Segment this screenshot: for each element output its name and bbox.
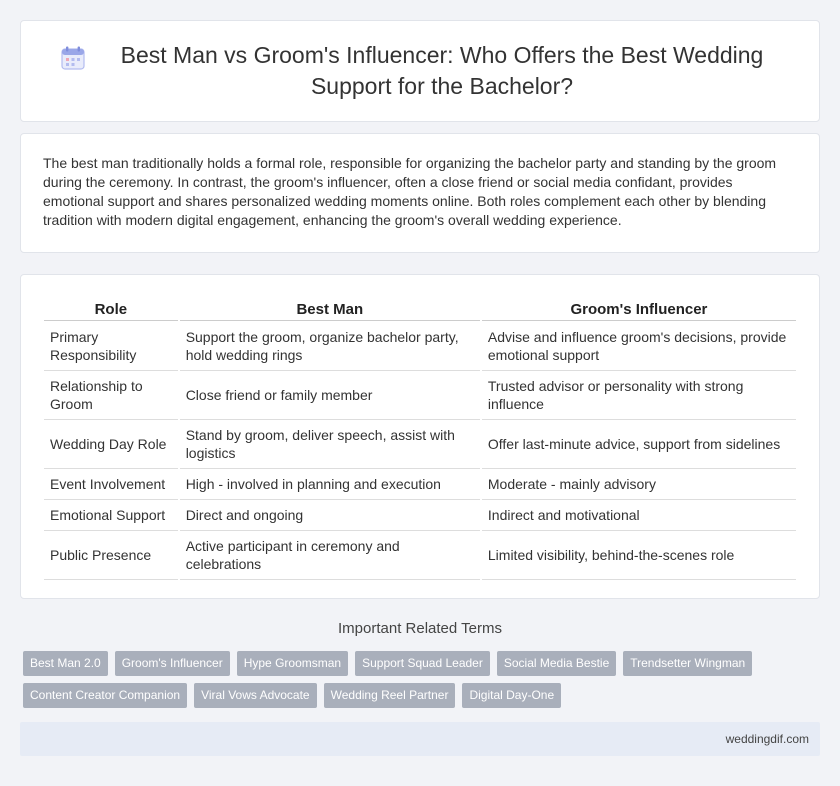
- header-best-man: Best Man: [179, 295, 480, 321]
- best-man-cell: Active participant in ceremony and celeb…: [179, 531, 480, 580]
- related-term-tag[interactable]: Trendsetter Wingman: [623, 651, 753, 676]
- calendar-icon: [61, 46, 85, 70]
- influencer-cell: Advise and influence groom's decisions, …: [481, 321, 796, 371]
- influencer-cell: Trusted advisor or personality with stro…: [481, 371, 796, 420]
- table-row: Public Presence Active participant in ce…: [44, 531, 796, 580]
- role-cell: Emotional Support: [44, 500, 178, 531]
- table-row: Primary Responsibility Support the groom…: [44, 321, 796, 371]
- title-card: Best Man vs Groom's Influencer: Who Offe…: [20, 20, 820, 122]
- related-term-tag[interactable]: Groom's Influencer: [114, 651, 230, 676]
- related-term-tag[interactable]: Support Squad Leader: [355, 651, 490, 676]
- table-row: Event Involvement High - involved in pla…: [44, 469, 796, 500]
- related-terms-list: Best Man 2.0 Groom's Influencer Hype Gro…: [23, 651, 813, 715]
- footer-site-link[interactable]: weddingdif.com: [726, 732, 809, 746]
- comparison-card: Role Best Man Groom's Influencer Primary…: [20, 274, 820, 599]
- intro-paragraph: The best man traditionally holds a forma…: [43, 155, 777, 228]
- best-man-cell: Direct and ongoing: [179, 500, 480, 531]
- role-cell: Wedding Day Role: [44, 420, 178, 469]
- table-row: Emotional Support Direct and ongoing Ind…: [44, 500, 796, 531]
- role-cell: Public Presence: [44, 531, 178, 580]
- best-man-cell: Stand by groom, deliver speech, assist w…: [179, 420, 480, 469]
- best-man-cell: High - involved in planning and executio…: [179, 469, 480, 500]
- influencer-cell: Moderate - mainly advisory: [481, 469, 796, 500]
- intro-card: The best man traditionally holds a forma…: [20, 133, 820, 253]
- influencer-cell: Limited visibility, behind-the-scenes ro…: [481, 531, 796, 580]
- role-cell: Relationship to Groom: [44, 371, 178, 420]
- influencer-cell: Indirect and motivational: [481, 500, 796, 531]
- table-header-row: Role Best Man Groom's Influencer: [44, 295, 796, 321]
- best-man-cell: Close friend or family member: [179, 371, 480, 420]
- best-man-cell: Support the groom, organize bachelor par…: [179, 321, 480, 371]
- footer: weddingdif.com: [20, 722, 820, 756]
- related-term-tag[interactable]: Best Man 2.0: [23, 651, 108, 676]
- comparison-table: Role Best Man Groom's Influencer Primary…: [42, 295, 798, 580]
- related-term-tag[interactable]: Digital Day-One: [462, 683, 562, 708]
- related-term-tag[interactable]: Viral Vows Advocate: [194, 683, 317, 708]
- related-term-tag[interactable]: Social Media Bestie: [496, 651, 617, 676]
- header-grooms-influencer: Groom's Influencer: [481, 295, 796, 321]
- role-cell: Event Involvement: [44, 469, 178, 500]
- header-role: Role: [44, 295, 178, 321]
- related-term-tag[interactable]: Wedding Reel Partner: [323, 683, 456, 708]
- page-title: Best Man vs Groom's Influencer: Who Offe…: [120, 42, 764, 99]
- related-term-tag[interactable]: Content Creator Companion: [23, 683, 188, 708]
- table-row: Wedding Day Role Stand by groom, deliver…: [44, 420, 796, 469]
- role-cell: Primary Responsibility: [44, 321, 178, 371]
- related-terms-heading: Important Related Terms: [338, 620, 502, 637]
- title-wrap: Best Man vs Groom's Influencer: Who Offe…: [60, 40, 780, 102]
- table-row: Relationship to Groom Close friend or fa…: [44, 371, 796, 420]
- related-term-tag[interactable]: Hype Groomsman: [236, 651, 349, 676]
- influencer-cell: Offer last-minute advice, support from s…: [481, 420, 796, 469]
